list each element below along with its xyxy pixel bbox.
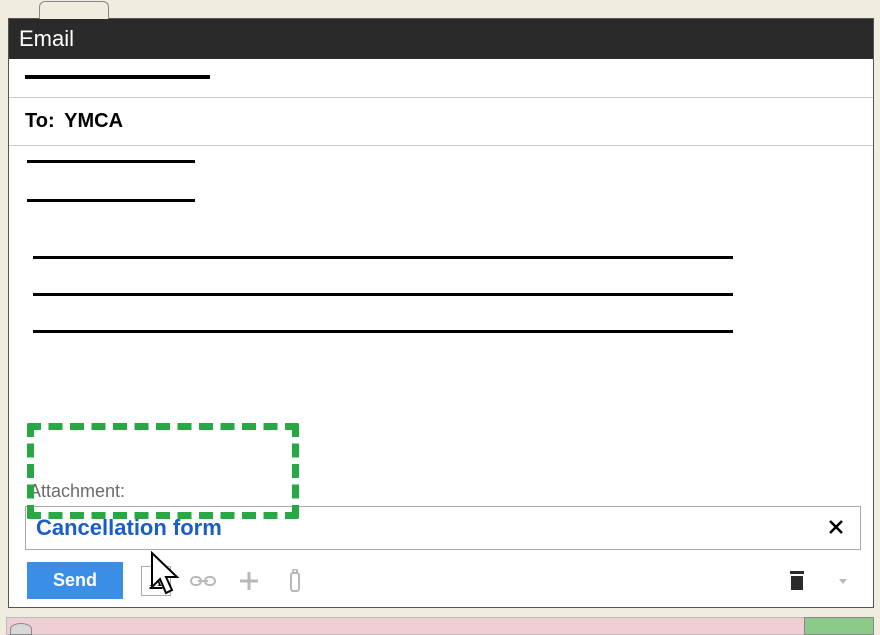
attachment-label-row: Attachment: bbox=[9, 481, 873, 506]
body-line bbox=[33, 293, 733, 296]
corner-disc-icon bbox=[10, 623, 32, 635]
insert-button[interactable] bbox=[235, 567, 263, 595]
close-icon bbox=[828, 519, 844, 535]
text-format-icon: A bbox=[150, 570, 163, 591]
window-title: Email bbox=[19, 26, 74, 52]
subject-row[interactable] bbox=[9, 59, 873, 98]
attachment-label: Attachment: bbox=[29, 481, 125, 501]
body-line bbox=[33, 256, 733, 259]
status-indicator bbox=[804, 617, 874, 635]
remove-attachment-button[interactable] bbox=[822, 513, 850, 543]
body-line bbox=[27, 160, 195, 163]
attachment-filename: Cancellation form bbox=[36, 515, 222, 541]
status-bar bbox=[6, 617, 874, 635]
more-options-button[interactable] bbox=[829, 567, 857, 595]
message-body[interactable] bbox=[9, 146, 873, 347]
titlebar: Email bbox=[9, 19, 873, 59]
trash-icon bbox=[788, 570, 806, 592]
discard-button[interactable] bbox=[783, 567, 811, 595]
formatting-button[interactable]: A bbox=[141, 566, 171, 596]
caret-down-icon bbox=[837, 575, 849, 587]
attachment-chip[interactable]: Cancellation form bbox=[25, 506, 861, 550]
to-label: To: bbox=[25, 110, 55, 132]
link-icon bbox=[190, 574, 216, 588]
compose-window: Email To: YMCA Attachment: Cancell bbox=[8, 18, 874, 608]
subject-placeholder-line bbox=[25, 75, 210, 79]
body-line bbox=[33, 330, 733, 333]
recipients-row[interactable]: To: YMCA bbox=[9, 98, 873, 146]
plus-icon bbox=[238, 570, 260, 592]
paperclip-icon bbox=[287, 569, 303, 593]
compose-toolbar: Send A bbox=[9, 556, 873, 607]
insert-link-button[interactable] bbox=[189, 567, 217, 595]
to-value: YMCA bbox=[64, 110, 123, 132]
window-tab bbox=[39, 1, 109, 19]
attach-file-button[interactable] bbox=[281, 567, 309, 595]
send-button[interactable]: Send bbox=[27, 562, 123, 599]
body-line bbox=[27, 199, 195, 202]
